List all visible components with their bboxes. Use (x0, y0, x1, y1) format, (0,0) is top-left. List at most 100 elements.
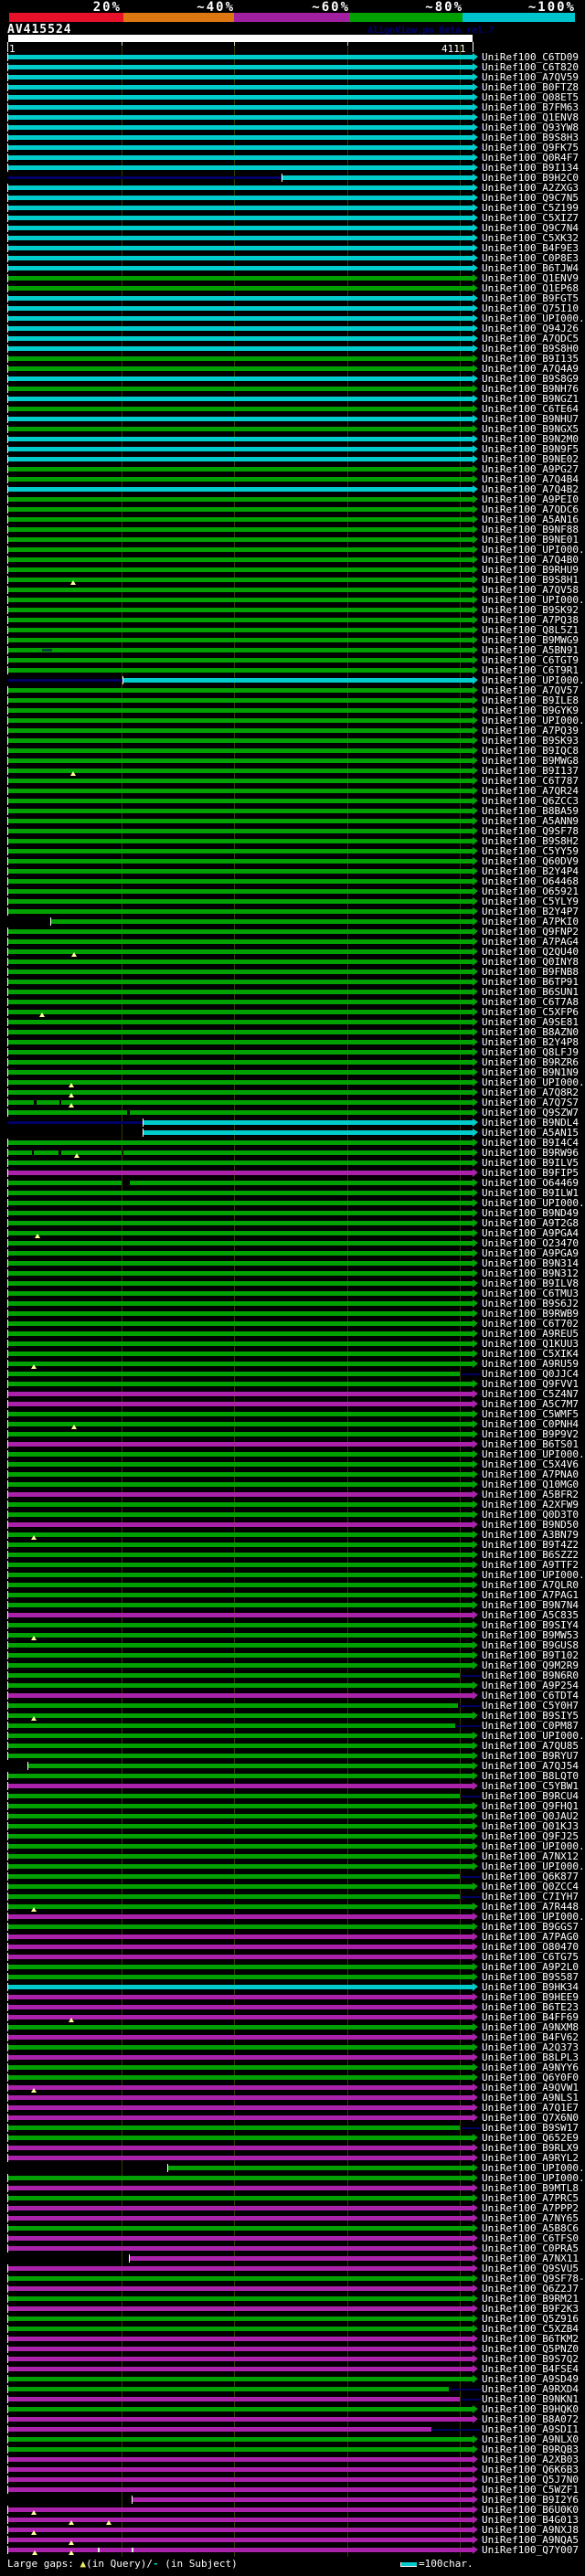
alignment-bar[interactable] (8, 557, 473, 562)
alignment-bar[interactable] (8, 959, 473, 964)
alignment-bar[interactable] (8, 1422, 473, 1426)
alignment-bar[interactable] (8, 75, 473, 80)
alignment-bar[interactable] (8, 1150, 32, 1155)
alignment-bar[interactable] (8, 1000, 473, 1004)
alignment-bar[interactable] (8, 507, 473, 512)
alignment-bar[interactable] (8, 2347, 473, 2351)
alignment-bar[interactable] (8, 2538, 473, 2542)
alignment-bar[interactable] (8, 2548, 473, 2552)
alignment-bar[interactable] (8, 1663, 473, 1668)
alignment-bar[interactable] (8, 1442, 473, 1447)
alignment-bar[interactable] (8, 658, 473, 663)
alignment-bar[interactable] (8, 1080, 473, 1085)
alignment-bar[interactable] (8, 1522, 473, 1527)
alignment-bar[interactable] (8, 1261, 473, 1266)
alignment-bar[interactable] (8, 1281, 473, 1286)
alignment-bar[interactable] (8, 2417, 473, 2422)
alignment-bar[interactable] (8, 1161, 473, 1165)
alignment-bar[interactable] (8, 1683, 473, 1688)
alignment-bar[interactable] (8, 668, 473, 673)
alignment-bar[interactable] (8, 1754, 473, 1758)
alignment-bar[interactable] (8, 1231, 473, 1235)
alignment-bar[interactable] (8, 2327, 473, 2331)
alignment-bar[interactable] (8, 1110, 128, 1115)
alignment-bar[interactable] (8, 1301, 473, 1306)
alignment-bar[interactable] (8, 1894, 461, 1899)
alignment-bar[interactable] (8, 65, 473, 69)
alignment-bar[interactable] (8, 1492, 473, 1497)
alignment-bar[interactable] (8, 2105, 473, 2110)
alignment-bar[interactable] (8, 2528, 473, 2532)
alignment-bar[interactable] (8, 1904, 473, 1909)
alignment-bar[interactable] (8, 326, 473, 331)
alignment-bar[interactable] (8, 1191, 473, 1195)
alignment-bar[interactable] (8, 588, 473, 592)
alignment-bar[interactable] (8, 1181, 122, 1185)
alignment-bar[interactable] (8, 537, 473, 542)
alignment-bar[interactable] (8, 2286, 473, 2291)
alignment-bar[interactable] (8, 2507, 473, 2512)
alignment-bar[interactable] (8, 1935, 473, 1939)
alignment-bar[interactable] (8, 2518, 473, 2522)
alignment-bar[interactable] (8, 1945, 473, 1949)
alignment-bar[interactable] (8, 819, 473, 823)
alignment-bar[interactable] (8, 2075, 473, 2080)
alignment-bar[interactable] (8, 2276, 473, 2281)
alignment-bar[interactable] (8, 196, 473, 200)
alignment-bar[interactable] (8, 306, 473, 311)
alignment-bar[interactable] (8, 286, 473, 291)
alignment-bar[interactable] (8, 296, 473, 301)
alignment-bar[interactable] (8, 1774, 473, 1778)
alignment-bar[interactable] (8, 1402, 473, 1406)
alignment-bar[interactable] (8, 1804, 473, 1808)
alignment-bar[interactable] (8, 85, 473, 90)
alignment-bar[interactable] (8, 1070, 473, 1075)
alignment-bar[interactable] (8, 1633, 473, 1638)
alignment-bar[interactable] (8, 949, 473, 954)
alignment-bar[interactable] (8, 628, 473, 632)
alignment-bar[interactable] (8, 2136, 473, 2140)
alignment-bar[interactable] (8, 226, 473, 230)
alignment-bar[interactable] (8, 939, 473, 944)
alignment-bar[interactable] (8, 487, 473, 492)
alignment-bar[interactable] (8, 2487, 473, 2492)
alignment-bar[interactable] (8, 346, 473, 351)
alignment-bar[interactable] (8, 1030, 473, 1034)
alignment-bar[interactable] (8, 748, 473, 753)
alignment-bar[interactable] (8, 1462, 473, 1467)
alignment-bar[interactable] (8, 1613, 473, 1617)
alignment-bar[interactable] (8, 1201, 473, 1205)
alignment-bar[interactable] (8, 2025, 473, 2030)
alignment-bar[interactable] (8, 738, 473, 743)
alignment-bar[interactable] (8, 1874, 461, 1879)
alignment-bar[interactable] (8, 1512, 473, 1517)
alignment-bar[interactable] (8, 1693, 473, 1698)
alignment-bar[interactable] (8, 276, 473, 281)
alignment-bar[interactable] (8, 879, 473, 884)
alignment-bar[interactable] (8, 2115, 473, 2120)
alignment-bar[interactable] (8, 165, 473, 170)
alignment-bar[interactable] (8, 266, 473, 270)
alignment-bar[interactable] (8, 799, 473, 803)
alignment-bar[interactable] (8, 1372, 461, 1376)
alignment-bar[interactable] (8, 1362, 473, 1366)
alignment-bar[interactable] (144, 1120, 473, 1125)
alignment-bar[interactable] (8, 2467, 473, 2472)
alignment-bar[interactable] (8, 1010, 473, 1014)
alignment-bar[interactable] (8, 1100, 35, 1105)
alignment-bar[interactable] (8, 2337, 473, 2341)
alignment-bar[interactable] (8, 909, 473, 914)
alignment-bar[interactable] (8, 1563, 473, 1567)
alignment-bar[interactable] (129, 1181, 473, 1185)
hit-label[interactable]: UniRef100_Q7Y007 (482, 2544, 579, 2556)
alignment-bar[interactable] (8, 1352, 473, 1356)
alignment-bar[interactable] (8, 2316, 473, 2321)
alignment-bar[interactable] (8, 1824, 473, 1829)
alignment-bar[interactable] (8, 2437, 473, 2442)
alignment-bar[interactable] (8, 970, 473, 974)
alignment-bar[interactable] (8, 145, 473, 150)
alignment-bar[interactable] (8, 1472, 473, 1477)
alignment-bar[interactable] (8, 859, 473, 864)
alignment-bar[interactable] (8, 1784, 473, 1788)
alignment-bar[interactable] (8, 1733, 473, 1738)
